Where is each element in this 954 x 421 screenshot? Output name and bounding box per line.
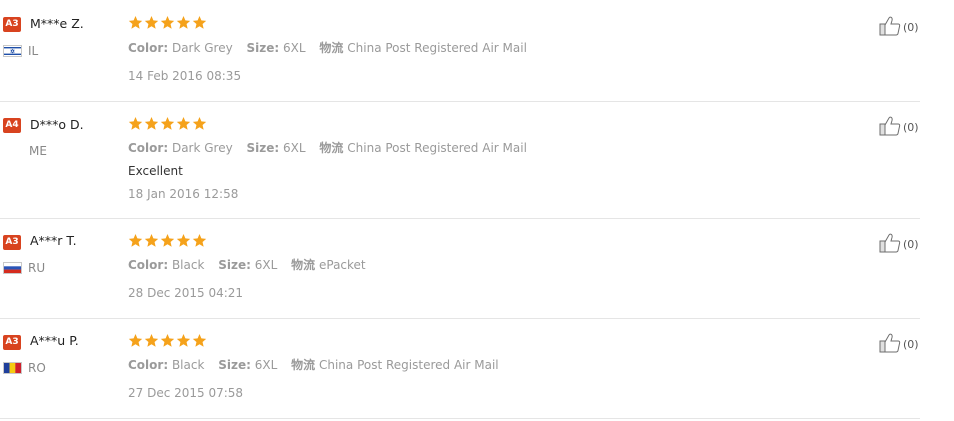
romania-flag-icon xyxy=(3,362,22,374)
shipping-value: China Post Registered Air Mail xyxy=(347,41,527,55)
color-label: Color: xyxy=(128,258,169,272)
buyer-level-badge: A3 xyxy=(3,235,21,250)
review-date: 28 Dec 2015 04:21 xyxy=(128,286,244,300)
rating-stars xyxy=(128,333,207,349)
helpful-button[interactable]: (0) xyxy=(879,116,919,136)
order-attributes: Color: Black Size: 6XL 物流 ePacket xyxy=(128,256,366,273)
star-icon xyxy=(160,15,175,29)
buyer-name: A***r T. xyxy=(30,233,77,248)
star-icon xyxy=(176,116,191,130)
review-date: 27 Dec 2015 07:58 xyxy=(128,386,244,400)
israel-flag-icon xyxy=(3,45,22,57)
helpful-button[interactable]: (0) xyxy=(879,16,919,36)
review-date: 18 Jan 2016 12:58 xyxy=(128,187,239,201)
size-label: Size: xyxy=(218,258,251,272)
size-value: 6XL xyxy=(283,41,306,55)
helpful-button[interactable]: (0) xyxy=(879,233,919,253)
size-label: Size: xyxy=(218,358,251,372)
review-item: A3 A***r T. RU Color: Black Size: 6XL 物流… xyxy=(0,218,920,319)
russia-flag-icon xyxy=(3,262,22,274)
shipping-label: 物流 xyxy=(319,41,344,55)
shipping-value: China Post Registered Air Mail xyxy=(347,141,527,155)
color-label: Color: xyxy=(128,141,169,155)
star-icon xyxy=(160,116,175,130)
buyer-name: A***u P. xyxy=(30,333,79,348)
buyer-country: ME xyxy=(29,144,47,158)
star-icon xyxy=(128,333,143,347)
rating-stars xyxy=(128,116,207,132)
helpful-button[interactable]: (0) xyxy=(879,333,919,353)
buyer-name: D***o D. xyxy=(30,117,84,132)
thumbs-up-icon[interactable] xyxy=(879,233,901,253)
star-icon xyxy=(192,15,207,29)
star-icon xyxy=(144,333,159,347)
review-date: 14 Feb 2016 08:35 xyxy=(128,69,242,83)
color-value: Dark Grey xyxy=(171,41,233,55)
shipping-label: 物流 xyxy=(291,258,316,272)
size-label: Size: xyxy=(246,141,280,155)
size-label: Size: xyxy=(246,41,280,55)
review-item: A4 D***o D. ME Color: Dark Grey Size: 6X… xyxy=(0,101,920,219)
color-label: Color: xyxy=(128,41,169,55)
color-value: Black xyxy=(171,358,205,372)
star-icon xyxy=(144,15,159,29)
helpful-count: (0) xyxy=(903,238,919,251)
size-value: 6XL xyxy=(283,141,306,155)
buyer-level-badge: A4 xyxy=(3,118,21,133)
color-value: Dark Grey xyxy=(171,141,233,155)
order-attributes: Color: Dark Grey Size: 6XL 物流 China Post… xyxy=(128,139,527,156)
star-icon xyxy=(176,15,191,29)
color-value: Black xyxy=(171,258,205,272)
helpful-count: (0) xyxy=(903,121,919,134)
buyer-level-badge: A3 xyxy=(3,17,21,32)
thumbs-up-icon[interactable] xyxy=(879,116,901,136)
shipping-value: China Post Registered Air Mail xyxy=(318,358,499,372)
rating-stars xyxy=(128,15,207,31)
star-icon xyxy=(144,233,159,247)
order-attributes: Color: Black Size: 6XL 物流 China Post Reg… xyxy=(128,356,499,373)
buyer-country: RO xyxy=(28,361,46,375)
star-icon xyxy=(192,233,207,247)
order-attributes: Color: Dark Grey Size: 6XL 物流 China Post… xyxy=(128,39,527,56)
rating-stars xyxy=(128,233,207,249)
shipping-label: 物流 xyxy=(291,358,316,372)
star-icon xyxy=(176,333,191,347)
star-icon xyxy=(192,116,207,130)
buyer-country: IL xyxy=(28,44,39,58)
star-icon xyxy=(160,333,175,347)
buyer-name: M***e Z. xyxy=(30,16,84,31)
buyer-level-badge: A3 xyxy=(3,335,21,350)
review-item: A3 M***e Z. IL Color: Dark Grey Size: 6X… xyxy=(0,0,920,102)
star-icon xyxy=(144,116,159,130)
size-value: 6XL xyxy=(254,358,278,372)
buyer-country: RU xyxy=(28,261,46,275)
helpful-count: (0) xyxy=(903,338,919,351)
color-label: Color: xyxy=(128,358,169,372)
review-text: Excellent xyxy=(128,164,183,178)
shipping-value: ePacket xyxy=(318,258,366,272)
thumbs-up-icon[interactable] xyxy=(879,333,901,353)
star-icon xyxy=(128,233,143,247)
shipping-label: 物流 xyxy=(319,141,344,155)
size-value: 6XL xyxy=(254,258,278,272)
star-icon xyxy=(128,15,143,29)
star-icon xyxy=(160,233,175,247)
star-icon xyxy=(176,233,191,247)
helpful-count: (0) xyxy=(903,21,919,34)
thumbs-up-icon[interactable] xyxy=(879,16,901,36)
feedback-list: A3 M***e Z. IL Color: Dark Grey Size: 6X… xyxy=(0,0,954,421)
star-icon xyxy=(192,333,207,347)
star-icon xyxy=(128,116,143,130)
review-item: A3 A***u P. RO Color: Black Size: 6XL 物流… xyxy=(0,318,920,419)
